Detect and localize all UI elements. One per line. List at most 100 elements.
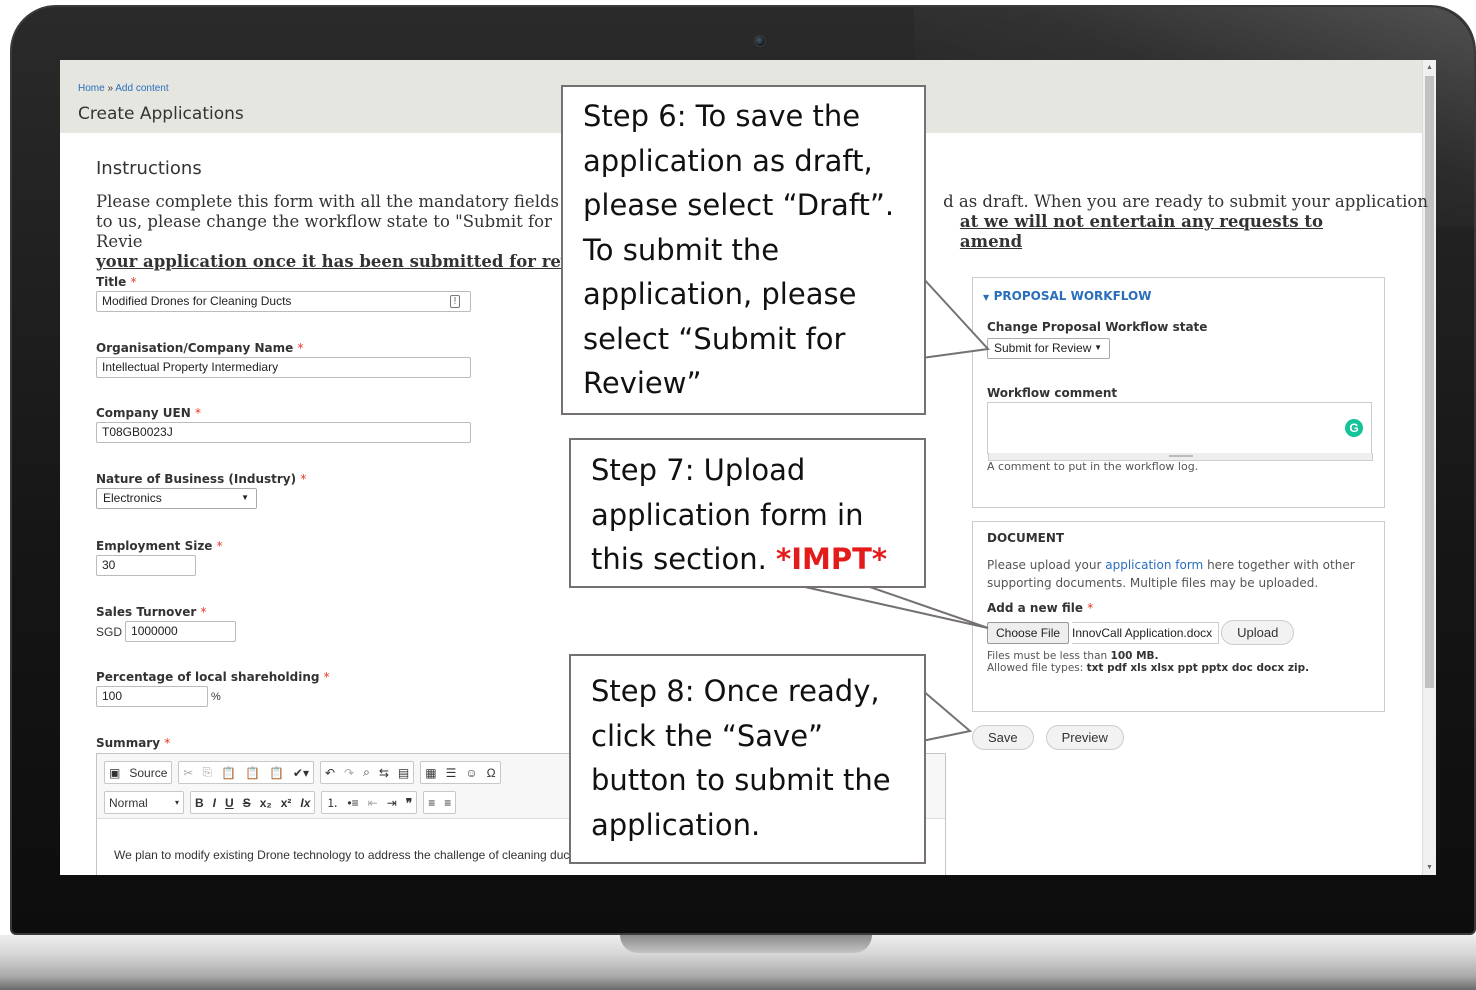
save-button[interactable]: Save [972,725,1034,750]
proposal-workflow-toggle[interactable]: ▼ PROPOSAL WORKFLOW [983,287,1151,305]
paste-word-icon[interactable]: 📋 [269,766,284,780]
workflow-state-select[interactable]: Submit for Review ▼ [987,338,1110,359]
breadcrumb-add-content-link[interactable]: Add content [115,83,168,94]
scroll-thumb[interactable] [1425,76,1434,688]
italic-icon[interactable]: I [213,796,216,810]
instructions-line-1b: d as draft. When you are ready to submit… [943,192,1428,211]
workflow-comment-help: A comment to put in the workflow log. [987,460,1199,473]
list-group: ⒈ •≡ ⇤ ⇥ ❞ [321,791,418,814]
scroll-down-icon[interactable]: ▼ [1426,864,1433,871]
breadcrumb-home-link[interactable]: Home [78,83,105,94]
editor-toolbar-row-1: ▣ Source ✂ ⎘ 📋 📋 📋 ✔▾ ↶ ↷ ⌕ ⇆ ▤ ▦ ☰ ☺ Ω [104,761,501,784]
text-style-group: B I U S x₂ x² Ix [190,791,316,814]
spellcheck-icon[interactable]: ✔▾ [293,766,309,780]
workflow-comment-label: Workflow comment [987,386,1118,400]
step6-line: please select “Draft”. [583,188,895,222]
field-options-icon[interactable]: ! [450,295,460,308]
industry-label: Nature of Business (Industry) * [96,472,307,486]
step7-line: this section. *IMPT* [591,542,888,576]
paste-icon[interactable]: 📋 [221,766,236,780]
step7-line: Step 7: Upload [591,453,806,487]
source-icon: ▣ [109,765,121,780]
step8-line: Step 8: Once ready, [591,674,880,708]
uen-label: Company UEN * [96,406,201,420]
special-char-icon[interactable]: Ω [487,766,496,780]
uen-input[interactable]: T08GB0023J [96,422,471,443]
page-scrollbar[interactable]: ▲ ▼ [1422,60,1436,875]
instructions-line-1a: Please complete this form with all the m… [96,192,596,211]
title-label: Title * [96,275,137,289]
instructions-heading: Instructions [96,158,202,179]
remove-format-icon[interactable]: Ix [300,796,310,810]
step8-line: button to submit the [591,763,891,797]
workflow-state-label: Change Proposal Workflow state [987,320,1208,334]
collapse-icon: ▼ [983,293,990,302]
percent-suffix: % [211,690,221,703]
redo-icon[interactable]: ↷ [344,766,354,780]
breadcrumb: Home » Add content [78,83,169,94]
insert-group: ▦ ☰ ☺ Ω [420,761,501,784]
indent-icon[interactable]: ⇥ [387,796,397,810]
step6-line: Review” [583,366,702,400]
strikethrough-icon[interactable]: S [243,796,251,810]
currency-prefix: SGD [96,624,123,639]
horizontal-rule-icon[interactable]: ☰ [446,766,457,780]
turnover-input[interactable]: 1000000 [125,621,237,642]
industry-select[interactable]: Electronics ▼ [96,488,257,509]
step6-line: application as draft, [583,143,873,178]
employment-field: Employment Size * 30 [96,539,223,576]
source-button[interactable]: ▣ Source [104,761,173,784]
copy-icon[interactable]: ⎘ [202,765,212,780]
organisation-field: Organisation/Company Name * Intellectual… [96,341,471,378]
chevron-down-icon: ▾ [174,798,179,807]
step8-line: click the “Save” [591,718,824,753]
select-all-icon[interactable]: ▤ [398,766,409,780]
organisation-input[interactable]: Intellectual Property Intermediary [96,357,471,378]
cut-icon[interactable]: ✂ [183,766,193,780]
find-icon[interactable]: ⌕ [363,765,370,780]
superscript-icon[interactable]: x² [281,796,292,810]
summary-label: Summary * [96,736,171,750]
workflow-comment-textarea[interactable]: G [987,402,1373,461]
breadcrumb-separator: » [107,83,114,94]
document-help: Please upload your application form here… [987,558,1355,590]
page-title: Create Applications [78,104,244,124]
format-select[interactable]: Normal ▾ [104,791,184,814]
instructions-line-2b: at we will not entertain any requests to… [959,212,1323,251]
outdent-icon[interactable]: ⇤ [368,796,378,810]
grammarly-icon[interactable]: G [1345,419,1363,437]
title-input[interactable]: Modified Drones for Cleaning Ducts ! [96,291,471,312]
subscript-icon[interactable]: x₂ [260,796,272,810]
employment-input[interactable]: 30 [96,555,196,576]
blockquote-icon[interactable]: ❞ [406,796,412,810]
turnover-field: Sales Turnover * SGD 1000000 [96,605,237,642]
title-field: Title * Modified Drones for Cleaning Duc… [96,275,471,312]
application-form-link[interactable]: application form [1105,558,1203,572]
paste-text-icon[interactable]: 📋 [245,766,260,780]
preview-button[interactable]: Preview [1045,725,1124,750]
shareholding-label: Percentage of local shareholding * [96,670,330,684]
shareholding-input[interactable]: 100 [96,686,208,707]
numbered-list-icon[interactable]: ⒈ [326,794,338,811]
step6-line: select “Submit for [583,321,846,356]
scroll-up-icon[interactable]: ▲ [1426,64,1433,71]
align-center-icon[interactable]: ≡ [444,796,451,810]
align-left-icon[interactable]: ≡ [428,796,435,810]
document-panel: DOCUMENT Please upload your application … [972,521,1385,712]
file-upload-row: Choose File InnovCall Application.docx U… [987,620,1295,645]
replace-icon[interactable]: ⇆ [379,766,389,780]
instructions-line-3: your application once it has been submit… [96,252,606,271]
upload-button[interactable]: Upload [1221,620,1295,645]
bold-icon[interactable]: B [195,796,204,810]
choose-file-button[interactable]: Choose File [987,621,1070,644]
table-icon[interactable]: ▦ [425,766,436,780]
step7-line: application form in [591,497,864,532]
bulleted-list-icon[interactable]: •≡ [347,796,358,810]
editor-toolbar-row-2: Normal ▾ B I U S x₂ x² Ix ⒈ •≡ ⇤ ⇥ ❞ ≡ ≡ [104,791,457,814]
step6-line: To submit the [583,232,780,267]
undo-icon[interactable]: ↶ [325,766,335,780]
document-section-title: DOCUMENT [987,531,1065,545]
turnover-label: Sales Turnover * [96,605,207,619]
smiley-icon[interactable]: ☺ [465,766,477,780]
underline-icon[interactable]: U [225,796,234,810]
